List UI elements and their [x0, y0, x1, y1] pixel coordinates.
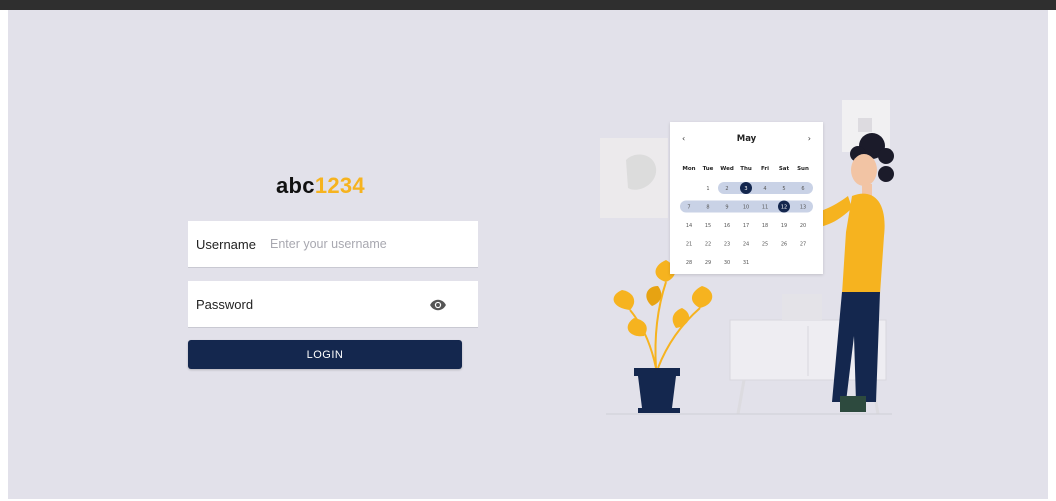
calendar-card: ‹ May › Mon Tue Wed Thu Fri Sat Sun 1 2 3 4 5 6 7 8 9 10…	[670, 122, 823, 274]
calendar-weekday: Mon	[682, 166, 695, 172]
calendar-day: 7	[687, 205, 690, 211]
login-button[interactable]: LOGIN	[188, 340, 462, 369]
calendar-day: 20	[800, 223, 806, 229]
calendar-day: 3	[744, 186, 747, 192]
calendar-day: 22	[705, 242, 711, 248]
calendar-day: 8	[706, 205, 709, 211]
calendar-day: 18	[762, 223, 768, 229]
calendar-day: 31	[743, 260, 749, 266]
calendar-day: 5	[782, 186, 785, 192]
calendar-day: 15	[705, 223, 711, 229]
calendar-day: 19	[781, 223, 787, 229]
calendar-day: 23	[724, 242, 730, 248]
calendar-day: 2	[725, 186, 728, 192]
calendar-day: 13	[800, 205, 806, 211]
calendar-weekday: Sat	[779, 166, 790, 172]
plant-icon	[613, 260, 713, 413]
calendar-day: 28	[686, 260, 692, 266]
cabinet-leg	[736, 379, 746, 415]
calendar-day: 11	[762, 205, 768, 211]
calendar-day: 26	[781, 242, 787, 248]
brand-logo: abc1234	[276, 173, 365, 199]
brand-prefix: abc	[276, 173, 315, 198]
username-input[interactable]	[270, 237, 460, 251]
calendar-day: 9	[725, 205, 728, 211]
username-label: Username	[196, 236, 256, 252]
calendar-day: 10	[743, 205, 749, 211]
calendar-day: 21	[686, 242, 692, 248]
password-label: Password	[196, 296, 254, 312]
calendar-day: 24	[743, 242, 749, 248]
calendar-grid: Mon Tue Wed Thu Fri Sat Sun1 2 3 4 5 67 8 9 10 11 12 1314…	[680, 166, 813, 266]
calendar-day: 6	[801, 186, 804, 192]
calendar-day: 30	[724, 260, 730, 266]
password-field[interactable]: Password	[188, 281, 478, 328]
browser-top-bar	[0, 0, 1056, 10]
calendar-day: 4	[763, 186, 766, 192]
calendar-day: 29	[705, 260, 711, 266]
brand-suffix: 1234	[314, 173, 365, 198]
calendar-weekday: Tue	[703, 166, 714, 172]
eye-icon[interactable]	[429, 296, 447, 314]
calendar-weekday: Thu	[740, 166, 752, 172]
calendar-weekday: Wed	[720, 166, 734, 172]
desk-item	[782, 294, 822, 320]
calendar-day: 12	[781, 205, 787, 211]
calendar-day: 25	[762, 242, 768, 248]
calendar-day: 1	[706, 186, 709, 192]
username-field[interactable]: Username	[188, 221, 478, 268]
calendar-weekday: Sun	[797, 166, 809, 172]
calendar-day: 14	[686, 223, 692, 229]
calendar-weekday: Fri	[761, 166, 769, 172]
calendar-day: 17	[743, 223, 749, 229]
password-input[interactable]	[270, 297, 420, 311]
wall-frame-art	[858, 118, 872, 132]
calendar-day: 27	[800, 242, 806, 248]
calendar-day: 16	[724, 223, 730, 229]
